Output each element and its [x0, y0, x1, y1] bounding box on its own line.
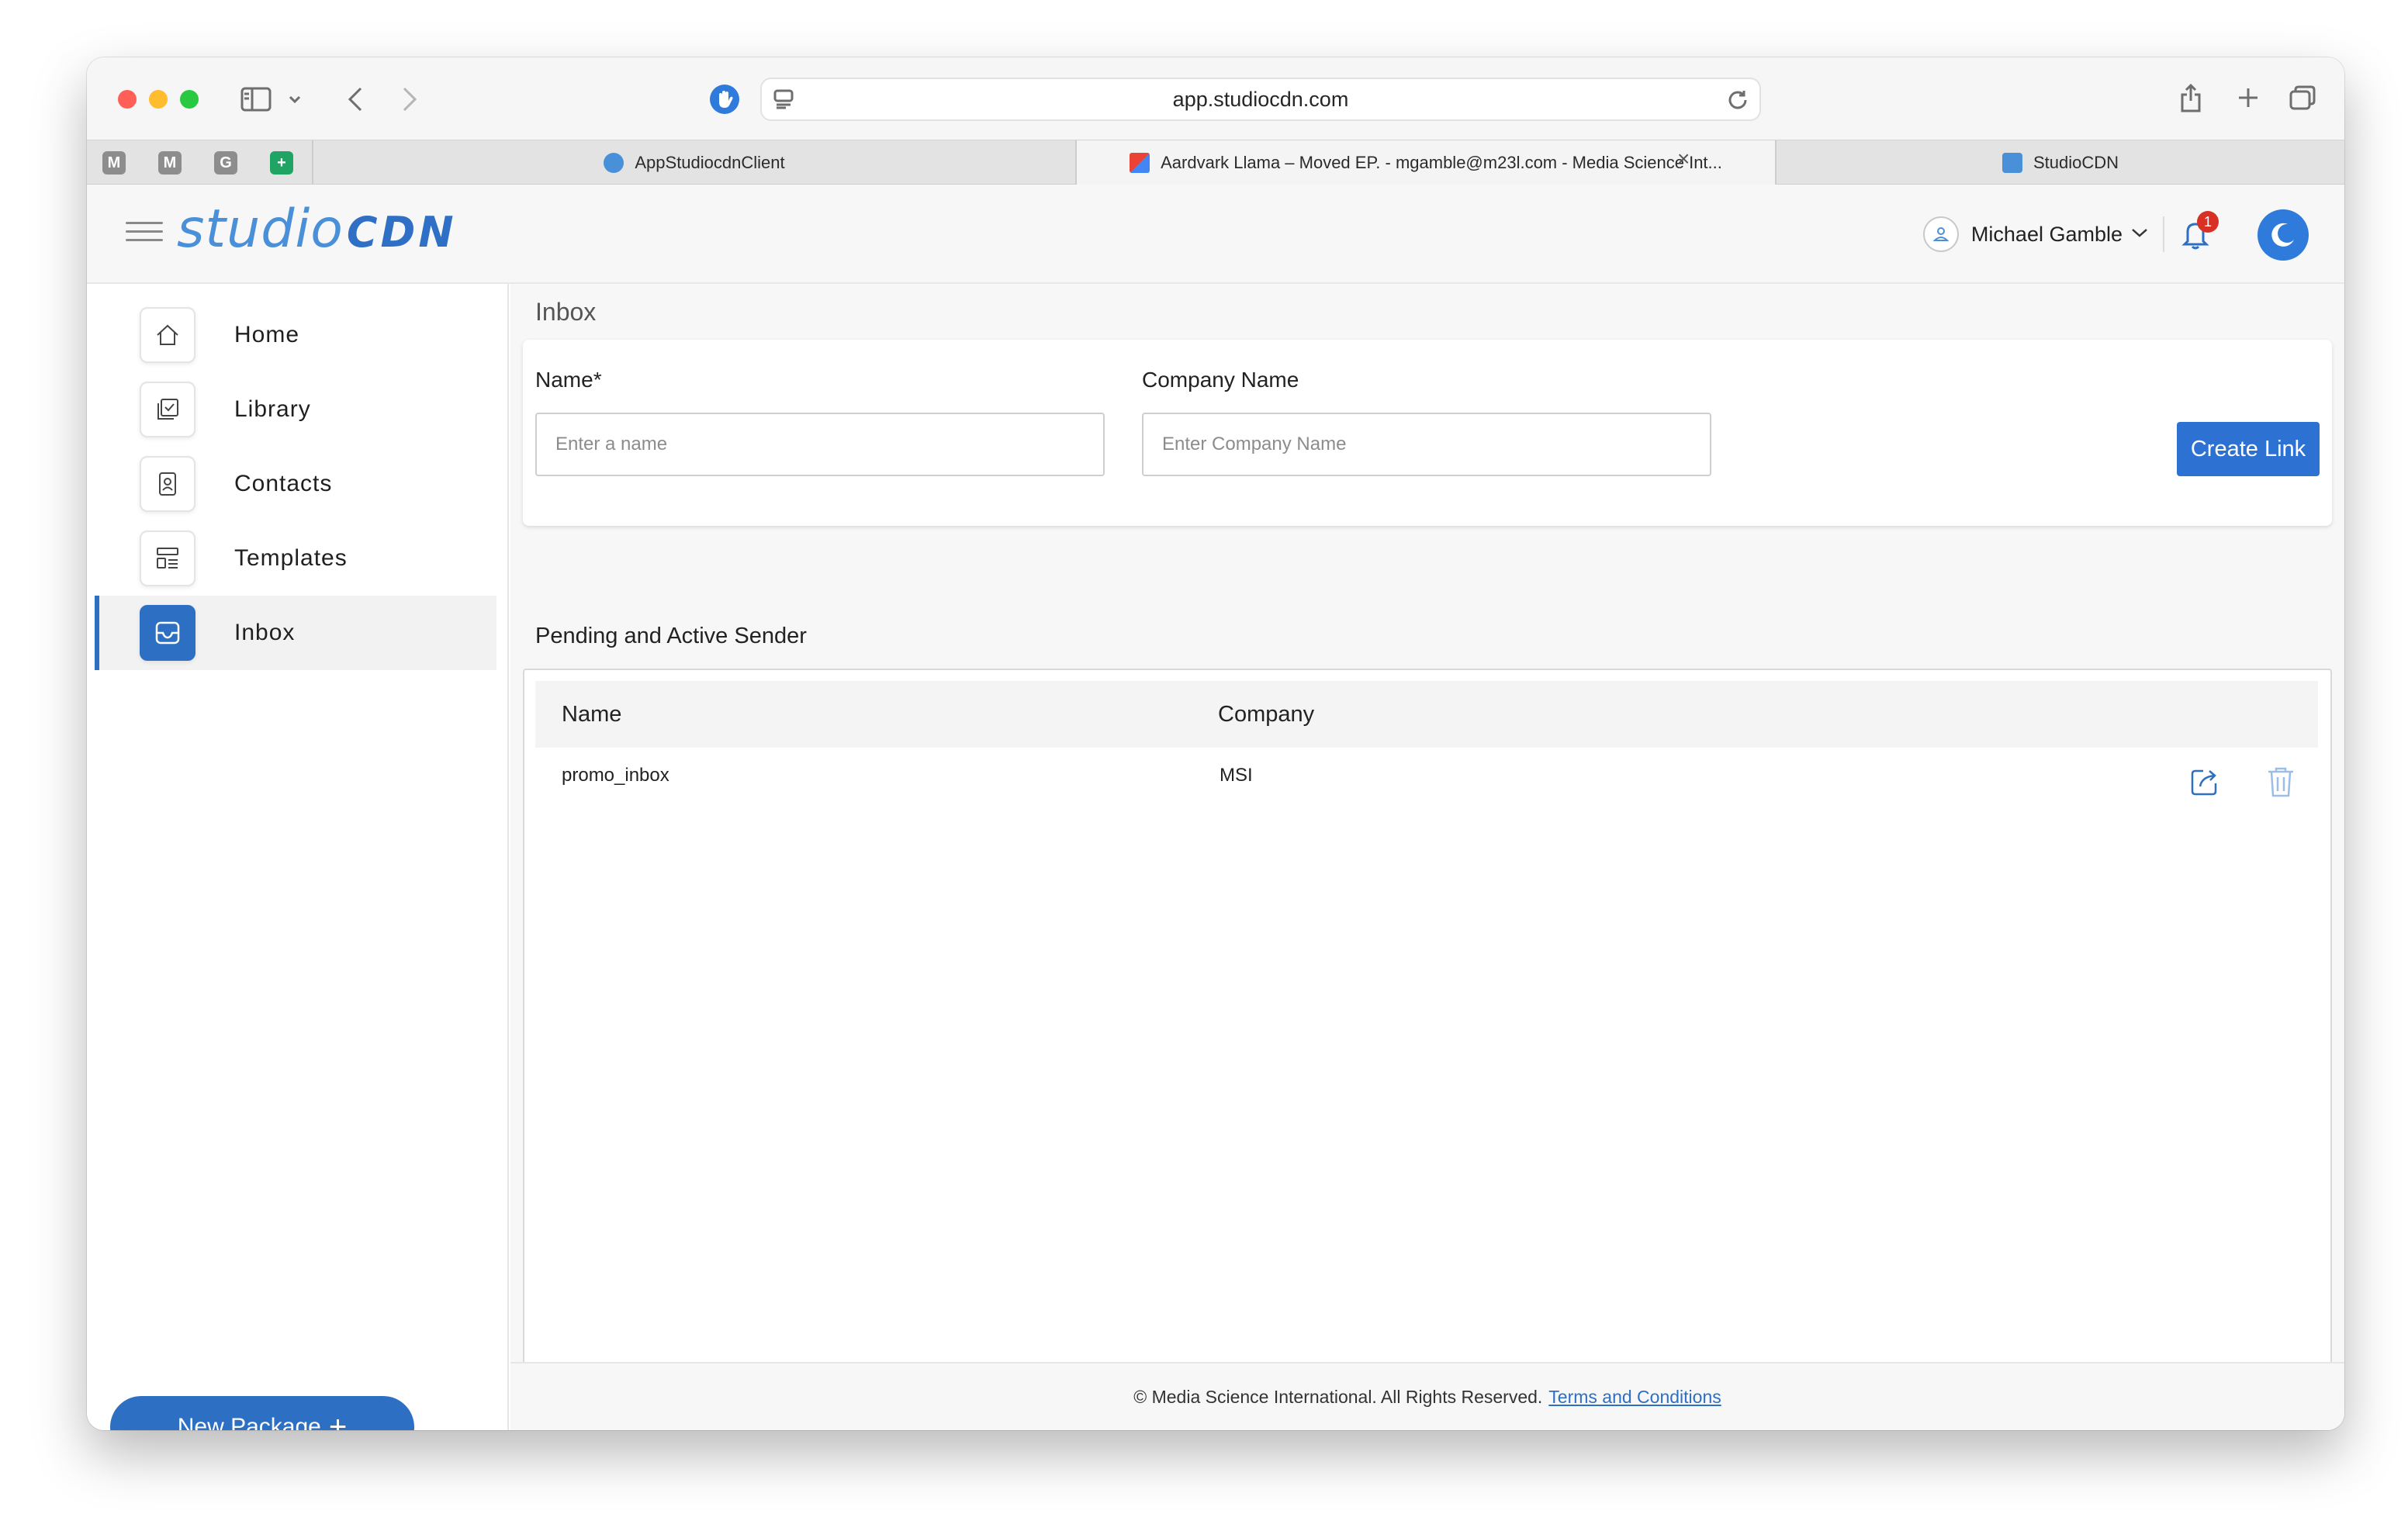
- create-link-button[interactable]: Create Link: [2177, 422, 2320, 476]
- chevron-down-icon[interactable]: [2130, 226, 2149, 243]
- hamburger-menu-icon[interactable]: [126, 222, 163, 247]
- sidebar-item-library[interactable]: Library: [95, 372, 496, 447]
- forward-icon[interactable]: [394, 84, 425, 115]
- create-link-form: Name* Company Name Create Link: [523, 340, 2332, 526]
- browser-window: app.studiocdn.com M M G + AppStudiocdnCl…: [87, 57, 2344, 1430]
- name-input[interactable]: [535, 413, 1105, 476]
- reload-icon[interactable]: [1722, 85, 1753, 113]
- tab-close-icon[interactable]: ×: [1677, 147, 1690, 171]
- sidebar-item-label: Contacts: [234, 471, 333, 496]
- home-icon: [140, 307, 195, 363]
- app-header: studio CDN Michael Gamble 1: [87, 185, 2344, 284]
- tab-label: StudioCDN: [2033, 153, 2119, 172]
- sidebar-item-contacts[interactable]: Contacts: [95, 447, 496, 521]
- studiocdn-favicon-icon: [2001, 153, 2022, 173]
- studiocdn-logo[interactable]: studio CDN: [177, 199, 457, 268]
- user-name[interactable]: Michael Gamble: [1971, 223, 2123, 247]
- sidebar-item-label: Inbox: [234, 620, 296, 645]
- sidebar-item-home[interactable]: Home: [95, 298, 496, 372]
- address-bar[interactable]: app.studiocdn.com: [760, 78, 1761, 121]
- table-row[interactable]: promo_inbox MSI: [535, 748, 2318, 810]
- sidebar-toggle-icon[interactable]: [239, 84, 273, 115]
- url-text[interactable]: app.studiocdn.com: [762, 79, 1759, 119]
- zoom-window-button[interactable]: [180, 90, 199, 109]
- chevron-down-icon[interactable]: [285, 88, 304, 110]
- sidebar-item-templates[interactable]: Templates: [95, 521, 496, 596]
- sidebar-item-inbox[interactable]: Inbox: [95, 596, 496, 670]
- tab-overview-icon[interactable]: [2285, 82, 2320, 113]
- header-divider: [2163, 216, 2164, 252]
- new-package-label: New Package: [177, 1414, 321, 1430]
- contacts-icon: [140, 456, 195, 512]
- logo-text-cdn: CDN: [346, 208, 457, 257]
- share-icon[interactable]: [2174, 79, 2208, 116]
- pinned-tab[interactable]: M: [158, 151, 182, 175]
- globe-icon: [604, 153, 624, 173]
- company-field-label: Company Name: [1142, 368, 1299, 392]
- pinned-tab[interactable]: G: [214, 151, 237, 175]
- cell-name: promo_inbox: [562, 765, 669, 786]
- tab-label: AppStudiocdnClient: [635, 153, 785, 172]
- edit-share-icon[interactable]: [2185, 762, 2225, 802]
- inbox-icon: [140, 605, 195, 661]
- user-menu[interactable]: Michael Gamble 1: [1922, 211, 2219, 256]
- sidebar-item-label: Home: [234, 322, 300, 347]
- pinned-tab-sheets[interactable]: +: [270, 151, 293, 175]
- senders-table: Name Company promo_inbox MSI: [523, 669, 2332, 1430]
- moon-icon: [2271, 223, 2294, 247]
- privacy-shield-icon[interactable]: [708, 82, 742, 116]
- notifications-button[interactable]: 1: [2178, 211, 2219, 256]
- new-tab-icon[interactable]: [2233, 82, 2264, 113]
- copyright-text: © Media Science International. All Right…: [1133, 1386, 1543, 1407]
- sidebar-item-label: Library: [234, 396, 311, 422]
- company-name-input[interactable]: [1142, 413, 1711, 476]
- logo-text-studio: studio: [177, 199, 344, 260]
- templates-icon: [140, 530, 195, 586]
- theme-toggle-button[interactable]: [2258, 209, 2309, 261]
- new-package-button[interactable]: New Package +: [110, 1396, 414, 1430]
- sidebar: Home Library Contacts Templates Inbox Ne…: [87, 284, 509, 1430]
- minimize-window-button[interactable]: [149, 90, 168, 109]
- tab-gmail[interactable]: Aardvark Llama – Moved EP. - mgamble@m23…: [1077, 140, 1775, 185]
- pinned-tab[interactable]: M: [102, 151, 126, 175]
- cell-company: MSI: [1220, 765, 1253, 786]
- tab-appstudiocdnclient[interactable]: AppStudiocdnClient: [313, 140, 1075, 185]
- notification-badge: 1: [2197, 211, 2219, 233]
- tab-label: Aardvark Llama – Moved EP. - mgamble@m23…: [1161, 153, 1722, 172]
- library-icon: [140, 382, 195, 437]
- gmail-icon: [1130, 153, 1150, 173]
- browser-toolbar: app.studiocdn.com: [87, 57, 2344, 140]
- tab-strip: M M G + AppStudiocdnClient Aardvark Llam…: [87, 140, 2344, 185]
- user-avatar-icon[interactable]: [1922, 216, 1959, 252]
- trash-icon[interactable]: [2261, 762, 2301, 802]
- back-icon[interactable]: [340, 84, 371, 115]
- footer: © Media Science International. All Right…: [510, 1362, 2344, 1430]
- table-header: Name Company: [535, 681, 2318, 748]
- tab-studiocdn[interactable]: StudioCDN: [1777, 140, 2344, 185]
- close-window-button[interactable]: [118, 90, 137, 109]
- terms-link[interactable]: Terms and Conditions: [1548, 1387, 1721, 1408]
- plus-icon: +: [328, 1410, 348, 1430]
- column-header-name[interactable]: Name: [562, 681, 621, 748]
- section-title: Pending and Active Sender: [535, 624, 807, 648]
- page-title: Inbox: [535, 298, 597, 326]
- name-field-label: Name*: [535, 368, 602, 392]
- main-content: Inbox Name* Company Name Create Link Pen…: [510, 284, 2344, 1430]
- sidebar-item-label: Templates: [234, 545, 348, 571]
- column-header-company[interactable]: Company: [1218, 681, 1314, 748]
